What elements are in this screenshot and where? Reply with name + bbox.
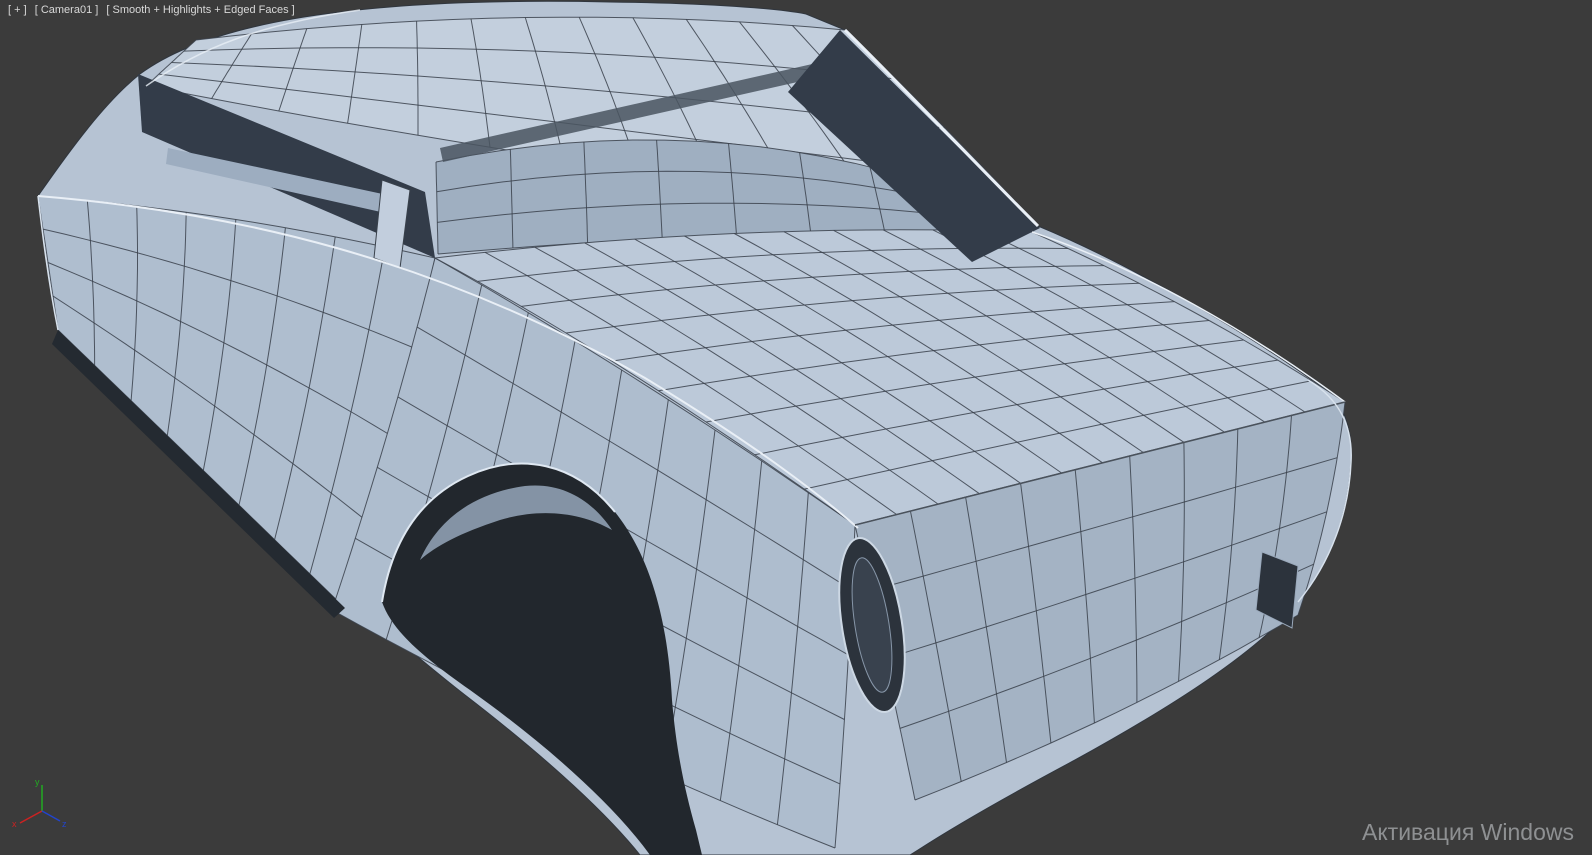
world-axis-gizmo: y x z xyxy=(12,777,67,829)
axis-z-label: z xyxy=(62,819,67,829)
viewport[interactable]: [ + ] [ Camera01 ] [ Smooth + Highlights… xyxy=(0,0,1592,855)
viewport-label: [ + ] [ Camera01 ] [ Smooth + Highlights… xyxy=(8,4,300,16)
axis-z-line xyxy=(41,810,61,822)
viewport-menu-pov[interactable]: [ Camera01 ] xyxy=(35,4,99,16)
viewport-menu-shading[interactable]: [ Smooth + Highlights + Edged Faces ] xyxy=(106,4,294,16)
windows-activation-watermark: Активация Windows xyxy=(1362,819,1574,845)
viewport-canvas[interactable] xyxy=(0,0,1592,855)
axis-x-label: x xyxy=(12,819,17,829)
axis-y-label: y xyxy=(35,777,40,787)
axis-x-line xyxy=(19,810,43,824)
viewport-menu-general[interactable]: [ + ] xyxy=(8,4,27,16)
